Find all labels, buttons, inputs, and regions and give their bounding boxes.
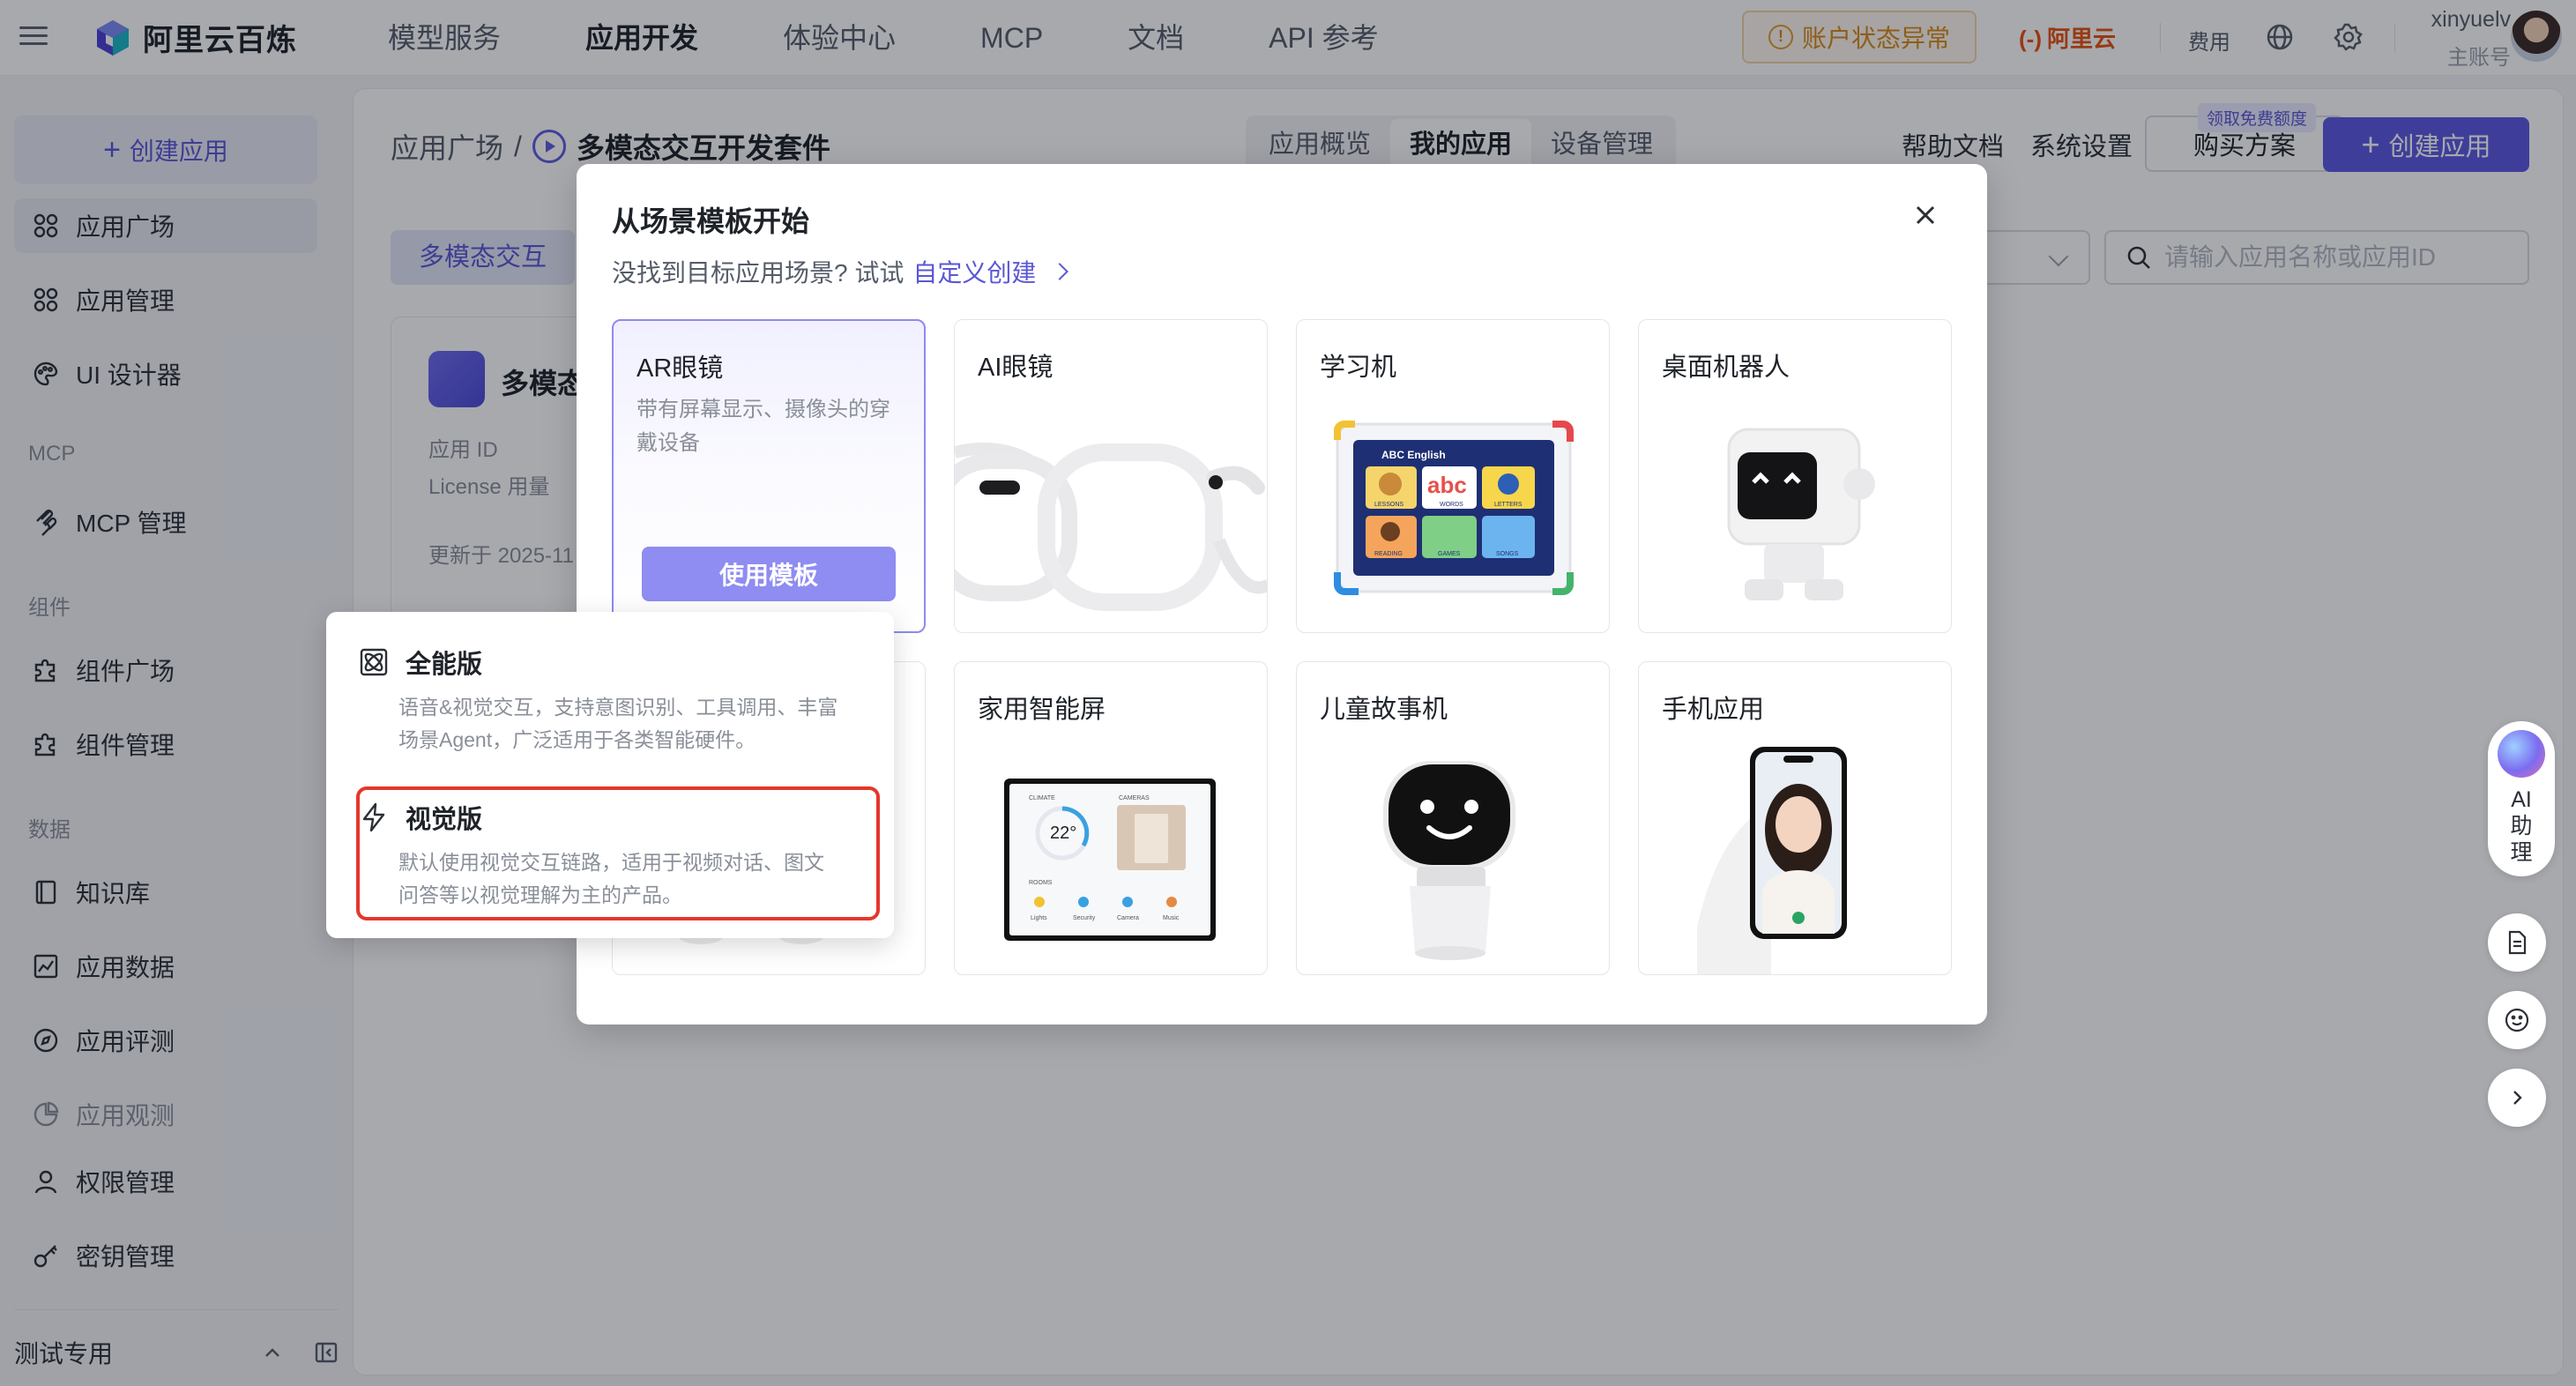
tablet-header: ABC English [1381,449,1446,461]
template-card-desktop-robot[interactable]: 桌面机器人 [1638,319,1952,633]
screen-device: Music [1163,915,1180,921]
version-option-desc: 语音&视觉交互，支持意图识别、工具调用、丰富场景Agent，广泛适用于各类智能硬… [398,696,838,751]
atom-icon [360,648,388,676]
ai-star-icon [2498,730,2545,778]
template-name: 学习机 [1320,354,1397,382]
template-name: 手机应用 [1662,696,1765,724]
tablet-tile-label: LETTERS [1494,502,1523,508]
tablet-abc: abc [1427,472,1467,498]
close-icon[interactable] [1910,199,1941,231]
version-option-title: 全能版 [406,651,483,679]
expand-button[interactable] [2488,1069,2546,1127]
screen-rooms: ROOMS [1029,880,1053,886]
tablet-tile-label: WORDS [1440,502,1463,508]
template-card-learning-machine[interactable]: ABC English abc READING GAMES SONGS LESS… [1296,319,1610,633]
chevron-right-icon[interactable] [1051,263,1069,280]
template-name: 桌面机器人 [1662,354,1791,382]
document-icon [2508,930,2527,955]
template-card-story-machine[interactable]: 儿童故事机 [1296,661,1610,975]
template-name: 家用智能屏 [978,696,1106,724]
screen-climate: CLIMATE [1029,795,1055,801]
tablet-tile-label: SONGS [1496,551,1519,557]
ai-assistant-label: AI助理 [2510,787,2533,865]
smile-icon [2505,1008,2529,1032]
modal-title: 从场景模板开始 [612,205,810,237]
version-popover: 全能版 语音&视觉交互，支持意图识别、工具调用、丰富场景Agent，广泛适用于各… [326,612,894,938]
template-card-ar-glasses[interactable]: AR眼镜 带有屏幕显示、摄像头的穿戴设备 使用模板 [612,319,926,633]
ai-assistant-button[interactable]: AI助理 [2488,721,2555,876]
modal-subtitle-text: 没找到目标应用场景? 试试 [612,259,905,287]
template-card-mobile-app[interactable]: 手机应用 [1638,661,1952,975]
template-name: AI眼镜 [978,354,1053,382]
chevron-right-icon [2513,1091,2522,1105]
template-name: AR眼镜 [637,354,724,383]
screen-device: Lights [1031,915,1047,921]
screen-device: Camera [1117,915,1139,921]
template-description: 带有屏幕显示、摄像头的穿戴设备 [637,398,890,455]
version-option-full[interactable]: 全能版 语音&视觉交互，支持意图识别、工具调用、丰富场景Agent，广泛适用于各… [358,644,873,756]
use-template-button[interactable]: 使用模板 [642,547,896,601]
feedback-button[interactable] [2488,991,2546,1049]
template-name: 儿童故事机 [1320,696,1448,724]
tablet-tile-label: LESSONS [1374,502,1403,508]
screen-device: Security [1073,915,1096,921]
tablet-tile-label: GAMES [1438,551,1461,557]
highlight-box [356,786,880,920]
template-card-smart-display[interactable]: CLIMATE 22° CAMERAS ROOMS Lights Securit… [954,661,1268,975]
document-button[interactable] [2488,913,2546,972]
tablet-tile-label: READING [1374,551,1403,557]
template-card-ai-glasses[interactable]: AI眼镜 [954,319,1268,633]
modal-subtitle: 没找到目标应用场景? 试试 自定义创建 [612,254,1069,289]
custom-create-link[interactable]: 自定义创建 [912,254,1036,289]
screen-temp: 22° [1050,823,1076,843]
screen-cameras: CAMERAS [1119,795,1150,801]
